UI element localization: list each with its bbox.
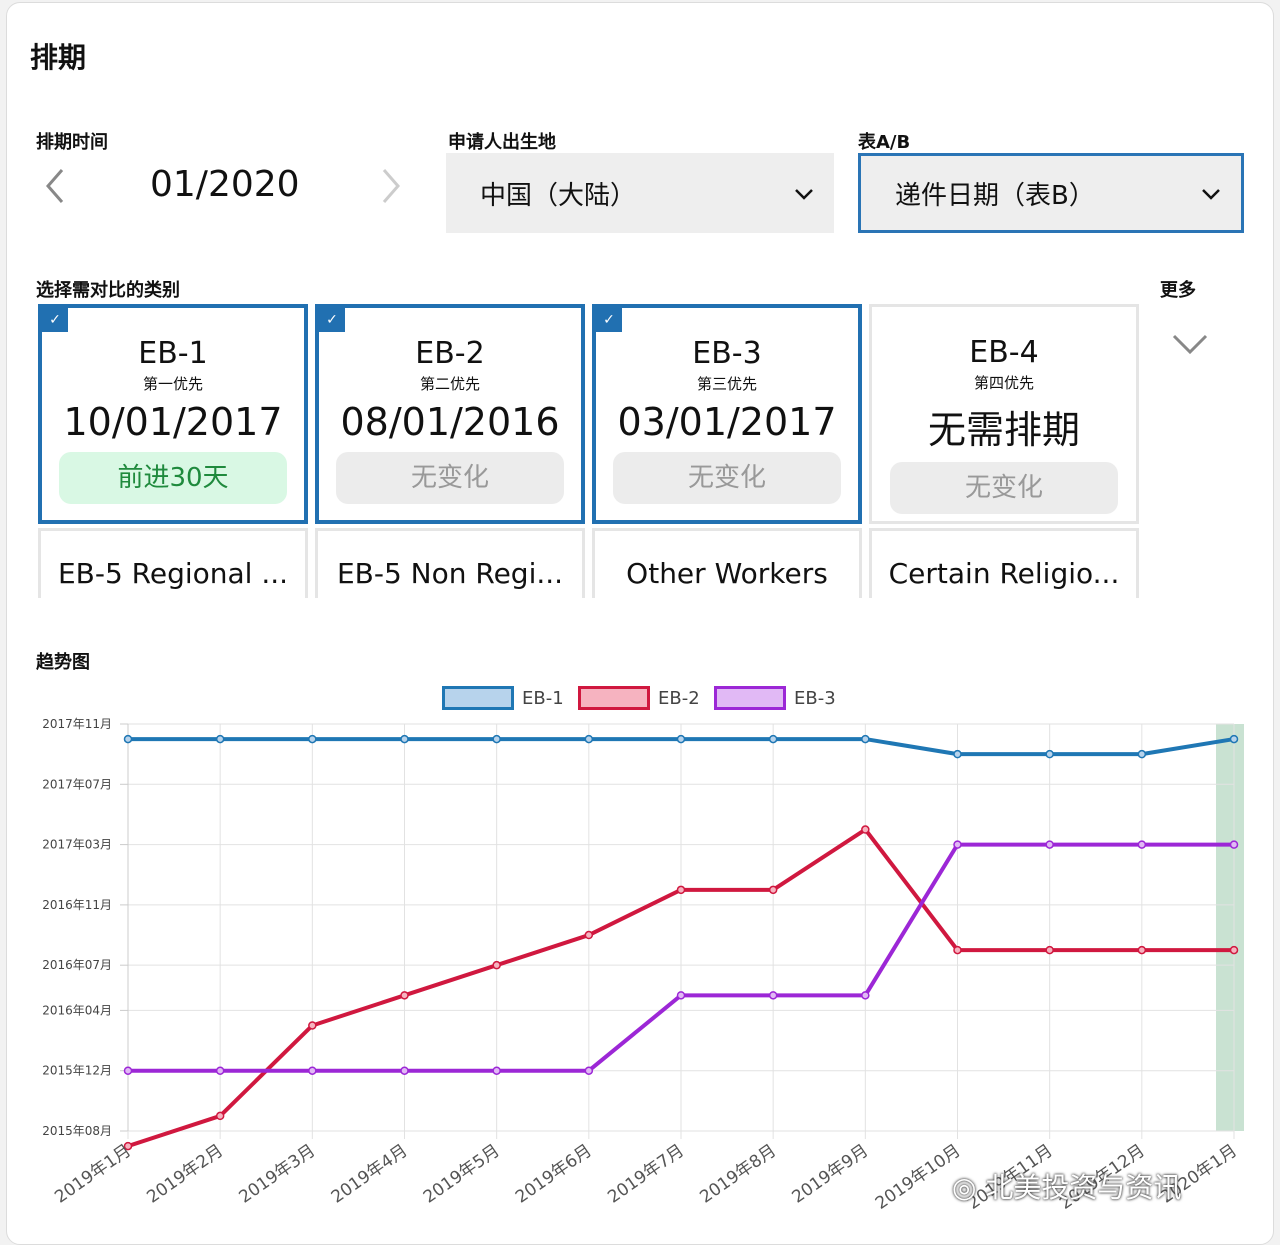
data-point: [1045, 945, 1054, 955]
data-point: [215, 734, 225, 744]
y-tick-label: 2015年12月: [42, 1064, 112, 1078]
data-point: [584, 1066, 594, 1075]
data-point: [861, 825, 870, 834]
data-point: [492, 1066, 501, 1075]
y-tick-label: 2017年07月: [42, 777, 112, 791]
data-point: [676, 991, 686, 1000]
y-tick-label: 2017年11月: [42, 717, 112, 731]
current-month-highlight: [1216, 724, 1244, 1131]
data-point: [584, 734, 594, 744]
data-point: [1045, 749, 1054, 759]
data-point: [861, 991, 870, 1000]
y-tick-label: 2017年03月: [42, 838, 112, 852]
x-tick-label: 2019年1月: [51, 1141, 135, 1208]
data-point: [123, 1066, 133, 1075]
y-tick-label: 2015年08月: [42, 1124, 112, 1138]
data-point: [953, 749, 962, 759]
x-tick-label: 2019年2月: [143, 1141, 227, 1208]
data-point: [861, 734, 870, 744]
data-point: [1137, 749, 1147, 759]
x-tick-label: 2019年8月: [696, 1141, 780, 1208]
y-tick-label: 2016年11月: [42, 898, 112, 912]
data-point: [584, 930, 594, 940]
data-point: [1229, 945, 1239, 955]
data-point: [768, 885, 778, 895]
data-point: [215, 1066, 225, 1075]
wechat-icon: ◎: [952, 1171, 977, 1204]
data-point: [400, 734, 409, 744]
y-tick-label: 2016年07月: [42, 958, 112, 972]
x-tick-label: 2019年10月: [872, 1141, 964, 1214]
data-point: [768, 734, 778, 744]
x-tick-label: 2019年6月: [512, 1141, 596, 1208]
x-tick-label: 2019年7月: [604, 1141, 688, 1208]
data-point: [492, 960, 501, 970]
trend-chart: 2017年11月 2017年07月 2017年03月 2016年11月 2016年07月…: [42, 717, 1244, 1214]
data-point: [676, 885, 686, 895]
data-point: [308, 734, 317, 744]
data-point: [400, 991, 409, 1000]
data-point: [215, 1111, 225, 1121]
data-point: [1137, 840, 1147, 849]
x-tick-label: 2019年5月: [420, 1141, 504, 1208]
watermark: ◎ 北美投资与资讯: [952, 1166, 1181, 1206]
x-tick-label: 2019年4月: [328, 1141, 412, 1208]
data-point: [123, 734, 133, 744]
data-point: [1229, 734, 1239, 744]
data-point: [676, 734, 686, 744]
data-point: [400, 1066, 409, 1075]
y-tick-label: 2016年04月: [42, 1003, 112, 1017]
data-point: [1045, 840, 1054, 849]
data-point: [1229, 840, 1239, 849]
watermark-text: 北美投资与资讯: [985, 1171, 1182, 1204]
data-point: [953, 840, 962, 849]
data-point: [308, 1066, 317, 1075]
data-point: [1137, 945, 1147, 955]
data-point: [492, 734, 501, 744]
data-point: [953, 945, 962, 955]
x-tick-label: 2019年3月: [236, 1141, 320, 1208]
x-tick-label: 2019年9月: [789, 1141, 873, 1208]
data-point: [308, 1021, 317, 1030]
data-point: [768, 991, 778, 1000]
